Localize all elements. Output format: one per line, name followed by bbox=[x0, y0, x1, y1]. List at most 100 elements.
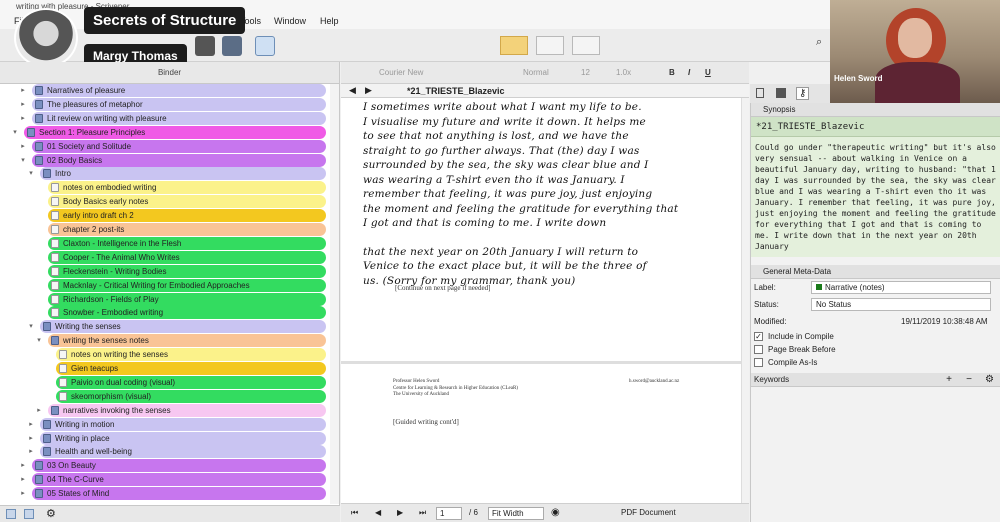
binder-item[interactable]: chapter 2 post-its bbox=[48, 223, 326, 236]
scrivenings-view-button[interactable] bbox=[500, 36, 528, 55]
binder-item[interactable]: ▸ Writing in place bbox=[29, 431, 326, 445]
menu-help[interactable]: Help bbox=[320, 13, 339, 29]
inspector-toggle-icon[interactable] bbox=[195, 36, 215, 56]
binder-item[interactable]: ▾ Writing the senses bbox=[29, 320, 326, 334]
expand-right-icon[interactable]: ▸ bbox=[18, 112, 28, 125]
fullscreen-icon[interactable] bbox=[222, 36, 242, 56]
include-compile-row[interactable]: ✓ Include in Compile bbox=[751, 330, 1000, 343]
forward-icon[interactable]: ▶ bbox=[365, 85, 372, 96]
search-icon[interactable]: ⌕ bbox=[816, 36, 830, 52]
add-folder-icon[interactable] bbox=[24, 509, 34, 519]
compile-as-is-checkbox[interactable] bbox=[754, 358, 763, 367]
expand-down-icon[interactable]: ▾ bbox=[26, 167, 36, 180]
binder-item[interactable]: ▸ 04 The C-Curve bbox=[21, 473, 326, 487]
remove-keyword-icon[interactable]: − bbox=[966, 373, 972, 387]
references-tab-icon[interactable] bbox=[776, 88, 786, 98]
binder-item[interactable]: Body Basics early notes bbox=[48, 195, 326, 209]
binder-item[interactable]: ▸ The pleasures of metaphor bbox=[21, 97, 326, 111]
binder-item[interactable]: skeomorphism (visual) bbox=[56, 389, 326, 403]
bold-button[interactable]: B bbox=[669, 67, 675, 79]
folder-icon bbox=[43, 322, 51, 332]
status-select[interactable]: No Status bbox=[811, 298, 991, 311]
binder-item[interactable]: Cooper - The Animal Who Writes bbox=[48, 250, 326, 264]
binder-item[interactable]: ▸ Health and well-being bbox=[29, 445, 326, 459]
binder-item[interactable]: ▸ 01 Society and Solitude bbox=[21, 139, 326, 153]
binder-item-label: Writing in place bbox=[55, 433, 110, 443]
menu-window[interactable]: Window bbox=[274, 13, 306, 29]
binder-item[interactable]: early intro draft ch 2 bbox=[48, 209, 326, 223]
binder-item[interactable]: ▸ Lit review on writing with pleasure bbox=[21, 111, 326, 125]
expand-right-icon[interactable]: ▸ bbox=[26, 445, 36, 458]
size-select[interactable]: 12 bbox=[581, 67, 590, 79]
page-break-checkbox[interactable] bbox=[754, 345, 763, 354]
binder-item[interactable]: ▸ narratives invoking the senses bbox=[37, 403, 326, 417]
folder-icon bbox=[51, 405, 59, 415]
expand-right-icon[interactable]: ▸ bbox=[18, 487, 28, 500]
folder-icon bbox=[35, 461, 43, 471]
binder-scrollbar[interactable] bbox=[330, 84, 339, 504]
label-select[interactable]: Narrative (notes) bbox=[811, 281, 991, 294]
corkboard-view-button[interactable] bbox=[536, 36, 564, 55]
expand-down-icon[interactable]: ▾ bbox=[18, 154, 28, 167]
last-page-icon[interactable]: ⏭ bbox=[419, 508, 426, 518]
binder-item-label: Cooper - The Animal Who Writes bbox=[63, 252, 180, 262]
page-total: / 6 bbox=[469, 508, 478, 517]
back-icon[interactable]: ◀ bbox=[349, 85, 356, 96]
outliner-view-button[interactable] bbox=[572, 36, 600, 55]
zoom-select[interactable]: Fit Width bbox=[488, 507, 544, 520]
underline-button[interactable]: U bbox=[705, 67, 711, 79]
expand-down-icon[interactable]: ▾ bbox=[34, 334, 44, 347]
expand-right-icon[interactable]: ▸ bbox=[18, 473, 28, 486]
compile-as-is-row[interactable]: Compile As-Is bbox=[751, 356, 1000, 369]
expand-right-icon[interactable]: ▸ bbox=[18, 140, 28, 153]
page-break-row[interactable]: Page Break Before bbox=[751, 343, 1000, 356]
first-page-icon[interactable]: ⏮ bbox=[351, 508, 358, 518]
binder-item[interactable]: Snowber - Embodied writing bbox=[48, 306, 326, 320]
expand-right-icon[interactable]: ▸ bbox=[18, 459, 28, 472]
gear-icon[interactable]: ⚙ bbox=[46, 507, 56, 520]
binder-item[interactable]: Gien teacups bbox=[56, 362, 326, 375]
binder-item[interactable]: ▾ writing the senses notes bbox=[37, 334, 326, 348]
expand-right-icon[interactable]: ▸ bbox=[26, 432, 36, 445]
binder-item[interactable]: ▾ 02 Body Basics bbox=[21, 153, 326, 167]
binder-item[interactable]: Fleckenstein - Writing Bodies bbox=[48, 264, 326, 278]
expand-down-icon[interactable]: ▾ bbox=[10, 126, 20, 139]
keywords-gear-icon[interactable]: ⚙ bbox=[985, 373, 994, 387]
folder-icon bbox=[35, 155, 43, 165]
add-keyword-icon[interactable]: + bbox=[946, 373, 952, 387]
binder-item[interactable]: Claxton - Intelligence in the Flesh bbox=[48, 236, 326, 250]
session-title-overlay: Secrets of Structure bbox=[84, 7, 246, 34]
next-page-icon[interactable]: ▶ bbox=[397, 508, 403, 517]
notes-tab-icon[interactable] bbox=[756, 88, 764, 98]
style-select[interactable]: Normal bbox=[523, 67, 549, 79]
binder-item[interactable]: Macknlay - Critical Writing for Embodied… bbox=[48, 278, 326, 292]
eye-icon[interactable]: ◉ bbox=[551, 507, 560, 518]
binder-item[interactable]: notes on embodied writing bbox=[48, 181, 326, 195]
binder-item[interactable]: ▸ 03 On Beauty bbox=[21, 459, 326, 473]
font-select[interactable]: Courier New bbox=[379, 67, 423, 79]
binder-item[interactable]: ▸ Narratives of pleasure bbox=[21, 84, 326, 97]
italic-button[interactable]: I bbox=[688, 67, 690, 79]
compile-icon[interactable] bbox=[255, 36, 275, 56]
page-number-input[interactable]: 1 bbox=[436, 507, 462, 520]
binder-item[interactable]: ▾ Section 1: Pleasure Principles bbox=[13, 125, 326, 139]
binder-item[interactable]: notes on writing the senses bbox=[56, 348, 326, 362]
binder-item[interactable]: ▸ Writing in motion bbox=[29, 417, 326, 431]
binder-item[interactable]: Richardson - Fields of Play bbox=[48, 292, 326, 306]
binder-item[interactable]: ▾ Intro bbox=[29, 167, 326, 181]
editor-scrollbar[interactable] bbox=[741, 98, 749, 503]
expand-right-icon[interactable]: ▸ bbox=[34, 404, 44, 417]
expand-right-icon[interactable]: ▸ bbox=[18, 84, 28, 97]
synopsis-text[interactable]: Could go under "therapeutic writing" but… bbox=[751, 137, 1000, 257]
key-tab-icon[interactable]: ⚷ bbox=[796, 87, 810, 100]
binder-item[interactable]: ▸ 05 States of Mind bbox=[21, 487, 326, 501]
prev-page-icon[interactable]: ◀ bbox=[375, 508, 381, 517]
add-item-icon[interactable] bbox=[6, 509, 16, 519]
include-compile-checkbox[interactable]: ✓ bbox=[754, 332, 763, 341]
synopsis-title[interactable]: *21_TRIESTE_Blazevic bbox=[751, 117, 1000, 137]
spacing-select[interactable]: 1.0x bbox=[616, 67, 631, 79]
binder-item[interactable]: Paivio on dual coding (visual) bbox=[56, 375, 326, 389]
expand-right-icon[interactable]: ▸ bbox=[18, 98, 28, 111]
expand-right-icon[interactable]: ▸ bbox=[26, 418, 36, 431]
expand-down-icon[interactable]: ▾ bbox=[26, 320, 36, 333]
